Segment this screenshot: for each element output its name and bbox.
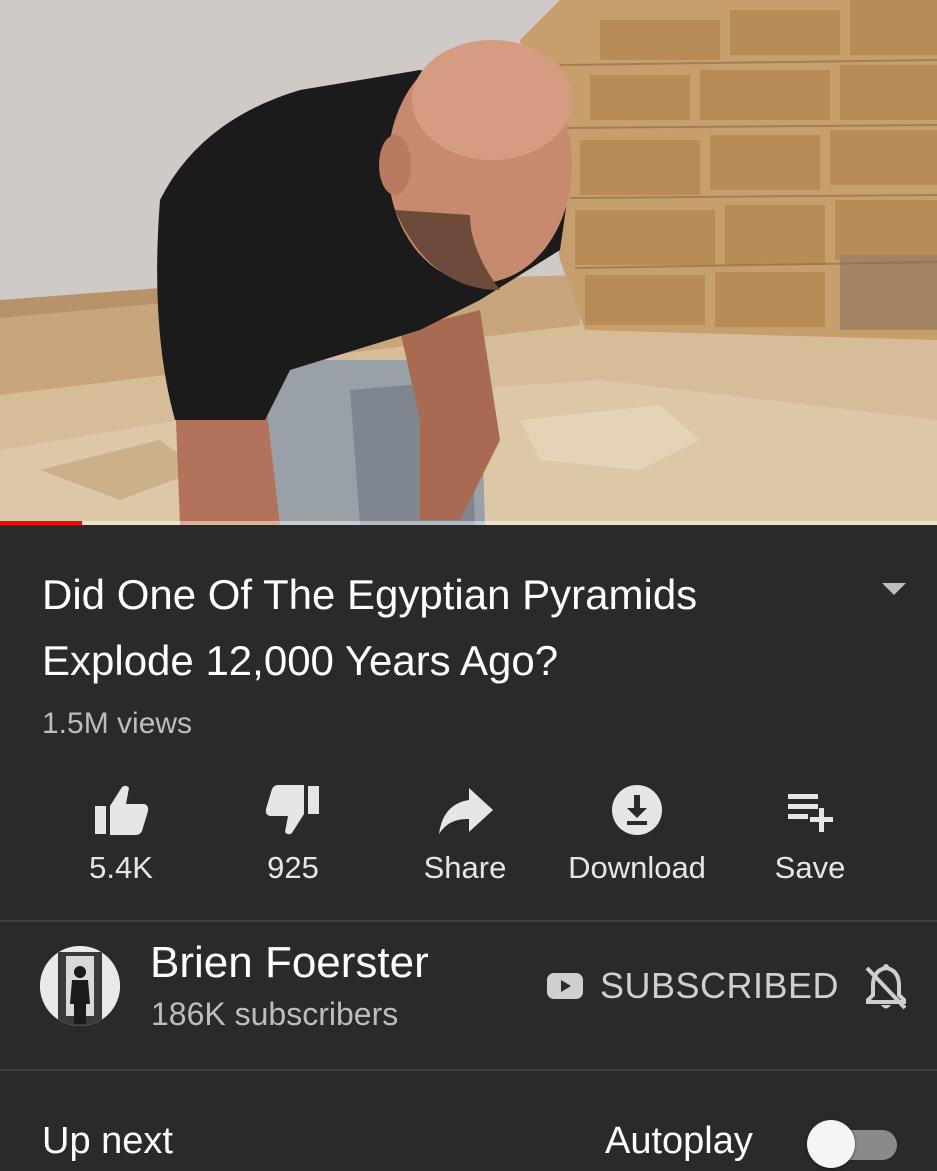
save-label: Save	[774, 850, 846, 885]
expand-description-icon[interactable]	[876, 577, 912, 601]
channel-avatar[interactable]	[40, 946, 120, 1026]
share-label: Share	[423, 850, 507, 885]
download-icon	[612, 785, 662, 835]
divider	[0, 920, 937, 922]
video-frame-image	[0, 0, 937, 525]
autoplay-toggle-knob	[807, 1120, 855, 1168]
share-icon	[439, 788, 493, 834]
thumb-down-icon	[265, 785, 319, 835]
video-player[interactable]	[0, 0, 937, 525]
like-count: 5.4K	[89, 850, 153, 885]
dislike-button[interactable]: 925	[208, 780, 378, 895]
progress-bar-fill	[0, 521, 83, 525]
download-label: Download	[568, 850, 706, 885]
action-bar: 5.4K 925 Share Download Save	[0, 780, 937, 895]
progress-bar[interactable]	[0, 521, 937, 525]
notifications-off-icon[interactable]	[862, 962, 910, 1012]
up-next-label: Up next	[42, 1120, 173, 1162]
autoplay-label: Autoplay	[605, 1120, 753, 1162]
subscriber-count: 186K subscribers	[151, 996, 399, 1032]
dislike-count: 925	[267, 850, 319, 885]
subscribe-button[interactable]: SUBSCRIBED	[546, 962, 839, 1010]
video-title: Did One Of The Egyptian Pyramids Explode…	[42, 571, 698, 684]
like-button[interactable]: 5.4K	[36, 780, 206, 895]
youtube-logo-icon	[547, 973, 583, 999]
playlist-add-icon	[788, 794, 833, 832]
thumb-up-icon	[95, 785, 149, 835]
divider	[0, 1069, 937, 1071]
save-button[interactable]: Save	[725, 780, 895, 895]
autoplay-toggle[interactable]	[805, 1118, 900, 1168]
channel-name[interactable]: Brien Foerster	[150, 938, 429, 988]
subscribe-label: SUBSCRIBED	[600, 965, 840, 1006]
download-button[interactable]: Download	[552, 780, 722, 895]
video-watch-page: Did One Of The Egyptian Pyramids Explode…	[0, 0, 937, 1171]
view-count: 1.5M views	[42, 707, 193, 740]
share-button[interactable]: Share	[380, 780, 550, 895]
